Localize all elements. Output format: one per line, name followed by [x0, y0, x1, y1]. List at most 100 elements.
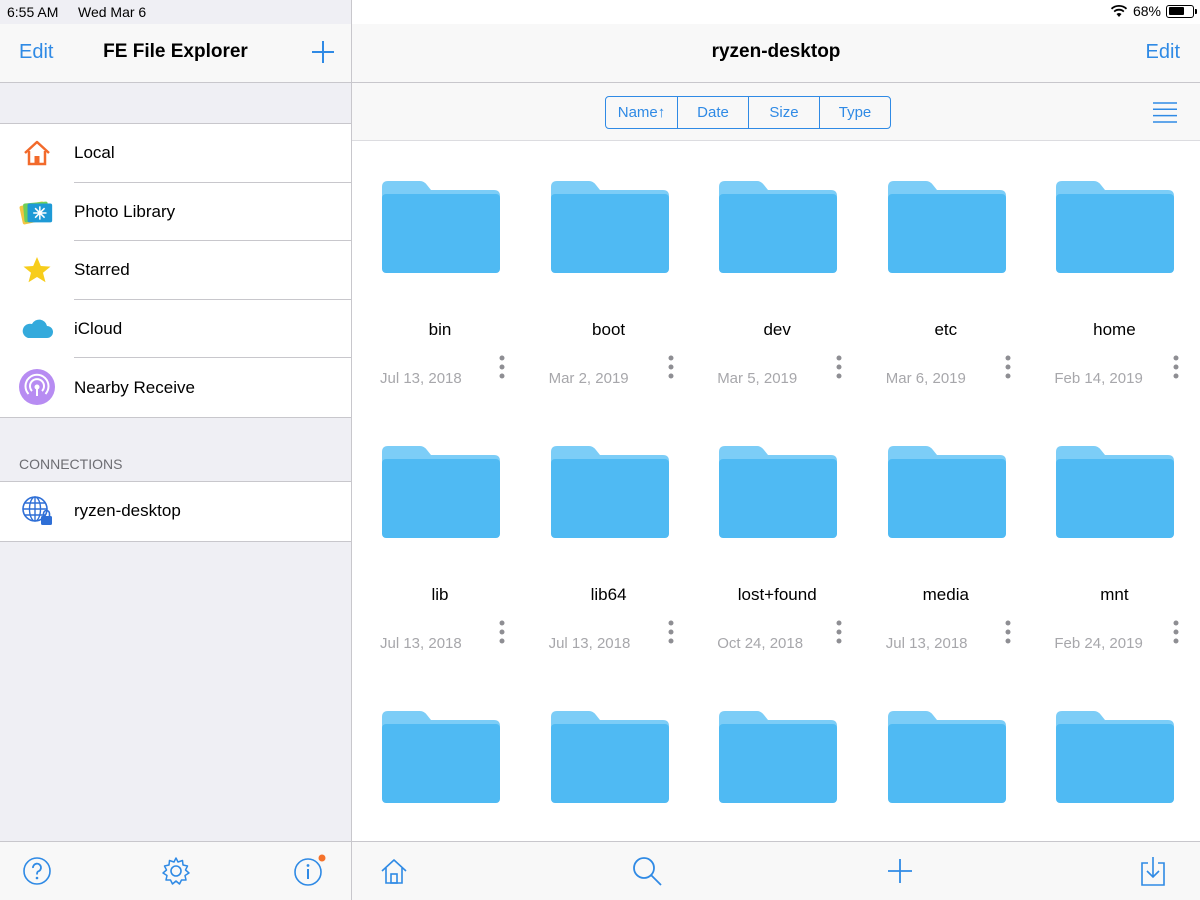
more-options-icon[interactable]: [833, 354, 845, 384]
folder-item[interactable]: bin Jul 13, 2018: [354, 141, 522, 406]
more-options-icon[interactable]: [1002, 619, 1014, 649]
folder-name: lib64: [590, 585, 627, 604]
folder-title: ryzen-desktop: [711, 41, 841, 62]
folder-icon: [550, 711, 669, 803]
more-options-icon[interactable]: [833, 619, 845, 649]
folder-date: Jul 13, 2018: [380, 370, 462, 387]
folder-icon: [719, 446, 838, 538]
folder-name: media: [922, 585, 969, 604]
search-icon[interactable]: [630, 854, 664, 888]
wifi-icon: [1110, 4, 1128, 17]
folder-icon: [887, 446, 1006, 538]
folder-date: Mar 5, 2019: [717, 370, 798, 387]
sidebar-item-icloud[interactable]: iCloud: [0, 300, 351, 359]
folder-icon: [1056, 711, 1175, 803]
folder-item[interactable]: media Jul 13, 2018: [860, 406, 1028, 671]
app-title: FE File Explorer: [103, 41, 248, 62]
more-options-icon[interactable]: [496, 619, 508, 649]
sort-bar: Name ↑ Date Size Type: [352, 83, 1200, 141]
folder-item[interactable]: home Feb 14, 2019: [1028, 141, 1196, 406]
more-options-icon[interactable]: [1170, 619, 1182, 649]
more-options-icon[interactable]: [665, 619, 677, 649]
folder-item[interactable]: [523, 671, 691, 841]
folder-name: lib: [431, 585, 449, 604]
sidebar-item-local[interactable]: Local: [0, 124, 351, 183]
home-icon[interactable]: [377, 854, 411, 888]
folder-name: etc: [934, 320, 958, 339]
connections-list: ryzen-desktop: [0, 481, 351, 542]
folder-icon: [382, 711, 500, 803]
connection-item-ryzen-desktop[interactable]: ryzen-desktop: [0, 482, 351, 541]
screen: Edit FE File Explorer Local Photo Librar…: [0, 0, 1200, 900]
battery-percent: 68%: [1132, 3, 1161, 19]
more-options-icon[interactable]: [496, 354, 508, 384]
help-icon[interactable]: [20, 854, 54, 888]
status-date: Wed Mar 6: [78, 4, 147, 20]
folder-item[interactable]: lost+found Oct 24, 2018: [691, 406, 859, 671]
sidebar-item-nearby-receive[interactable]: Nearby Receive: [0, 358, 351, 417]
folder-name: bin: [428, 320, 452, 339]
sidebar: Edit FE File Explorer Local Photo Librar…: [0, 0, 352, 900]
photo-library-icon: [19, 194, 55, 230]
main-edit-button[interactable]: Edit: [1146, 41, 1180, 64]
folder-date: Feb 24, 2019: [1054, 635, 1143, 652]
add-connection-icon[interactable]: [310, 39, 336, 65]
main-pane: 6:55 AM Wed Mar 6 68% ryzen-desktop Edit…: [7, 0, 1200, 900]
folder-item[interactable]: [1028, 671, 1196, 841]
list-view-icon[interactable]: [1152, 100, 1178, 124]
folder-name: lost+found: [737, 585, 817, 604]
connections-header: CONNECTIONS: [19, 456, 123, 472]
folder-date: Mar 2, 2019: [548, 370, 629, 387]
folder-date: Jul 13, 2018: [548, 635, 631, 652]
folder-item[interactable]: mnt Feb 24, 2019: [1028, 406, 1196, 671]
sidebar-nav-bar: Edit FE File Explorer: [0, 24, 351, 83]
status-time: 6:55 AM: [7, 4, 59, 20]
folder-icon: [887, 181, 1006, 273]
status-bar: 6:55 AM Wed Mar 6 68%: [0, 0, 1200, 24]
icloud-icon: [19, 311, 55, 347]
sort-by-date-button[interactable]: Date: [677, 97, 748, 128]
folder-icon: [382, 181, 500, 273]
folder-date: Feb 14, 2019: [1054, 370, 1143, 387]
more-options-icon[interactable]: [1002, 354, 1014, 384]
globe-lock-icon: [19, 493, 55, 529]
info-icon[interactable]: [292, 854, 326, 888]
folder-date: Mar 6, 2019: [885, 370, 966, 387]
sort-by-type-button[interactable]: Type: [819, 97, 890, 128]
sort-by-size-button[interactable]: Size: [748, 97, 819, 128]
more-options-icon[interactable]: [1170, 354, 1182, 384]
folder-item[interactable]: lib Jul 13, 2018: [354, 406, 522, 671]
folder-item[interactable]: [691, 671, 859, 841]
folder-item[interactable]: dev Mar 5, 2019: [691, 141, 859, 406]
folder-item[interactable]: [354, 671, 522, 841]
folder-icon: [719, 181, 838, 273]
folder-icon: [1056, 446, 1175, 538]
house-icon: [19, 135, 55, 171]
folder-item[interactable]: boot Mar 2, 2019: [523, 141, 691, 406]
add-icon[interactable]: [883, 854, 917, 888]
folder-name: home: [1093, 320, 1136, 339]
main-nav-bar: ryzen-desktop Edit: [352, 24, 1200, 83]
settings-icon[interactable]: [159, 854, 193, 888]
folder-date: Jul 13, 2018: [885, 635, 968, 652]
download-icon[interactable]: [1136, 854, 1170, 888]
folder-item[interactable]: lib64 Jul 13, 2018: [523, 406, 691, 671]
sidebar-item-photo-library[interactable]: Photo Library: [0, 183, 351, 242]
more-options-icon[interactable]: [665, 354, 677, 384]
folder-item[interactable]: [860, 671, 1028, 841]
folder-icon: [382, 446, 500, 538]
nearby-receive-icon: [19, 369, 55, 406]
sort-segmented-control: Name ↑ Date Size Type: [605, 96, 891, 129]
folder-icon: [550, 446, 669, 538]
sidebar-item-starred[interactable]: Starred: [0, 241, 351, 300]
folder-icon: [719, 711, 838, 803]
folder-name: boot: [592, 320, 626, 339]
folder-name: mnt: [1100, 585, 1129, 604]
sort-ascending-icon: ↑: [657, 104, 666, 121]
sidebar-item-label: Nearby Receive: [74, 377, 195, 397]
folder-name: dev: [763, 320, 791, 339]
folder-date: Jul 13, 2018: [380, 635, 462, 652]
sidebar-item-label: iCloud: [74, 319, 123, 339]
folder-item[interactable]: etc Mar 6, 2019: [860, 141, 1028, 406]
sort-by-name-button[interactable]: Name ↑: [606, 97, 677, 128]
